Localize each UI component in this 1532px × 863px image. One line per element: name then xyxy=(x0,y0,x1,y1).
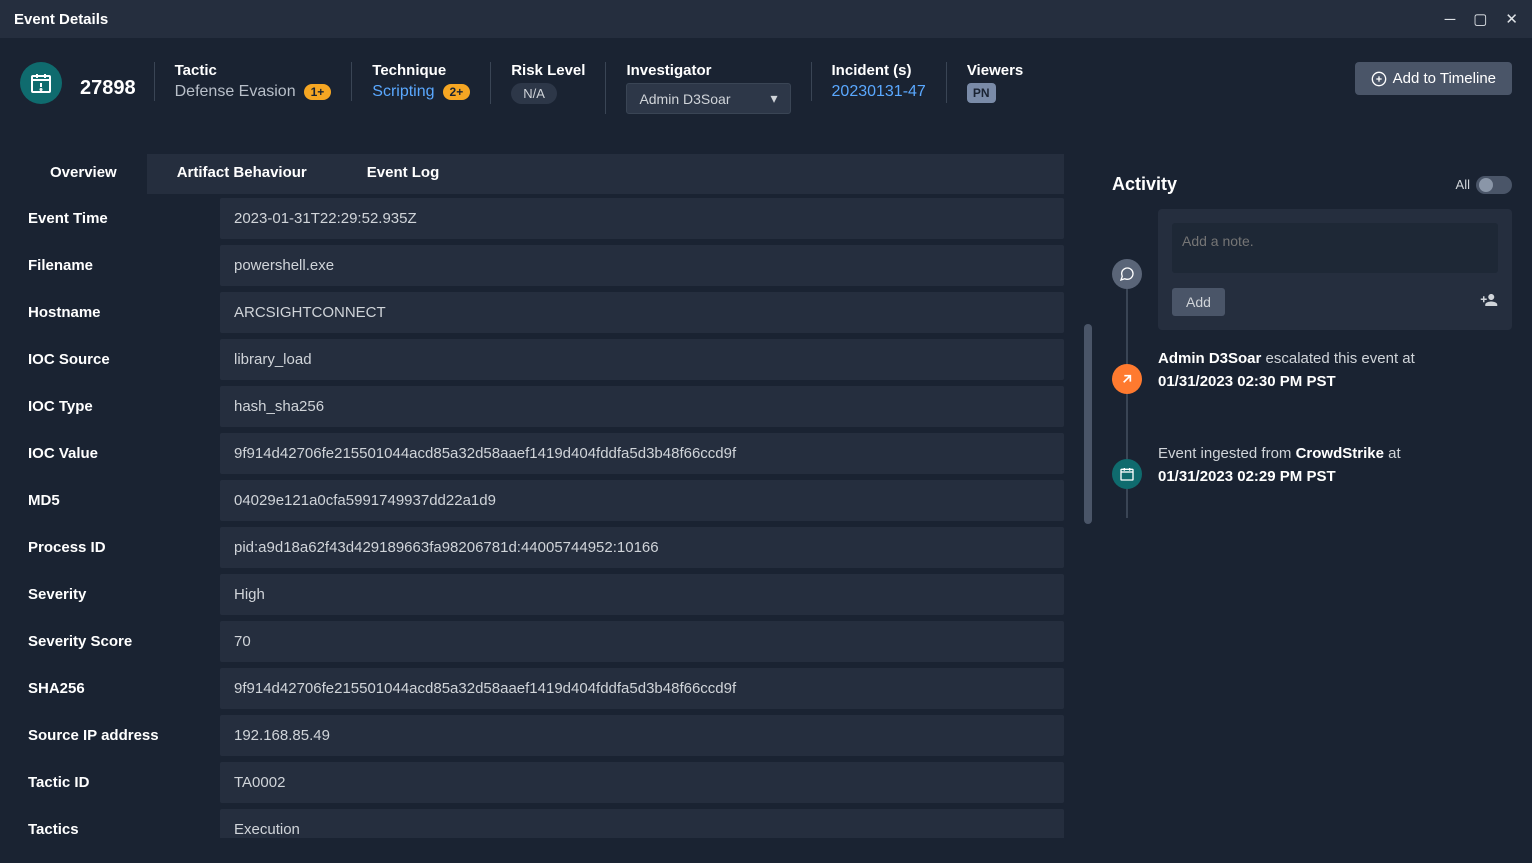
close-icon[interactable]: ✕ xyxy=(1505,10,1518,28)
viewer-avatar: PN xyxy=(967,83,996,103)
detail-label: Severity Score xyxy=(20,621,220,662)
detail-row: IOC Sourcelibrary_load xyxy=(20,339,1064,380)
detail-row: Process IDpid:a9d18a62f43d429189663fa982… xyxy=(20,527,1064,568)
chevron-down-icon: ▾ xyxy=(770,90,777,107)
maximize-icon[interactable]: ▢ xyxy=(1473,10,1487,28)
detail-label: IOC Type xyxy=(20,386,220,427)
activity-filter-toggle[interactable] xyxy=(1476,176,1512,194)
event-icon xyxy=(20,62,62,104)
event-header: 27898 Tactic Defense Evasion 1+ Techniqu… xyxy=(0,38,1532,154)
detail-row: HostnameARCSIGHTCONNECT xyxy=(20,292,1064,333)
investigator-label: Investigator xyxy=(626,62,790,79)
note-box: Add xyxy=(1158,209,1512,330)
detail-value: 2023-01-31T22:29:52.935Z xyxy=(220,198,1064,239)
detail-value: 70 xyxy=(220,621,1064,662)
scrollbar[interactable] xyxy=(1084,154,1092,837)
person-add-icon[interactable] xyxy=(1480,291,1498,314)
detail-label: Tactics xyxy=(20,809,220,838)
detail-value: library_load xyxy=(220,339,1064,380)
detail-row: Severity Score70 xyxy=(20,621,1064,662)
ingest-icon xyxy=(1112,459,1142,489)
technique-value[interactable]: Scripting xyxy=(372,83,434,101)
detail-value: Execution xyxy=(220,809,1064,838)
plus-circle-icon xyxy=(1371,71,1387,87)
chat-icon xyxy=(1112,259,1142,289)
detail-label: Event Time xyxy=(20,198,220,239)
detail-row: Filenamepowershell.exe xyxy=(20,245,1064,286)
detail-label: Filename xyxy=(20,245,220,286)
escalate-icon xyxy=(1112,364,1142,394)
technique-field: Technique Scripting 2+ xyxy=(351,62,490,101)
detail-value: ARCSIGHTCONNECT xyxy=(220,292,1064,333)
detail-label: MD5 xyxy=(20,480,220,521)
detail-label: Severity xyxy=(20,574,220,615)
detail-value: TA0002 xyxy=(220,762,1064,803)
minimize-icon[interactable]: ─ xyxy=(1445,11,1456,28)
detail-label: IOC Value xyxy=(20,433,220,474)
tactic-value: Defense Evasion xyxy=(175,83,296,101)
detail-value: powershell.exe xyxy=(220,245,1064,286)
detail-row: Source IP address192.168.85.49 xyxy=(20,715,1064,756)
technique-label: Technique xyxy=(372,62,470,79)
detail-row: SeverityHigh xyxy=(20,574,1064,615)
detail-row: TacticsExecution xyxy=(20,809,1064,838)
note-input[interactable] xyxy=(1172,223,1498,273)
investigator-value: Admin D3Soar xyxy=(639,91,730,107)
detail-value: 04029e121a0cfa5991749937dd22a1d9 xyxy=(220,480,1064,521)
tactic-badge: 1+ xyxy=(304,84,332,100)
scrollbar-thumb[interactable] xyxy=(1084,324,1092,524)
investigator-field: Investigator Admin D3Soar ▾ xyxy=(605,62,810,114)
detail-row: MD504029e121a0cfa5991749937dd22a1d9 xyxy=(20,480,1064,521)
risk-value: N/A xyxy=(511,83,557,104)
tactic-label: Tactic xyxy=(175,62,332,79)
viewers-label: Viewers xyxy=(967,62,1023,79)
tabs: Overview Artifact Behaviour Event Log xyxy=(20,154,1064,194)
activity-entry-ingested: Event ingested from CrowdStrike at 01/31… xyxy=(1158,443,1512,488)
risk-label: Risk Level xyxy=(511,62,585,79)
incident-label: Incident (s) xyxy=(832,62,926,79)
tactic-field: Tactic Defense Evasion 1+ xyxy=(154,62,352,101)
detail-row: IOC Value9f914d42706fe215501044acd85a32d… xyxy=(20,433,1064,474)
activity-title: Activity xyxy=(1112,174,1177,195)
window-controls: ─ ▢ ✕ xyxy=(1445,10,1518,28)
detail-value: High xyxy=(220,574,1064,615)
detail-value: 9f914d42706fe215501044acd85a32d58aaef141… xyxy=(220,668,1064,709)
event-id: 27898 xyxy=(80,77,136,100)
technique-badge: 2+ xyxy=(443,84,471,100)
titlebar: Event Details ─ ▢ ✕ xyxy=(0,0,1532,38)
incident-field: Incident (s) 20230131-47 xyxy=(811,62,946,101)
detail-label: Tactic ID xyxy=(20,762,220,803)
detail-value: 9f914d42706fe215501044acd85a32d58aaef141… xyxy=(220,433,1064,474)
detail-label: SHA256 xyxy=(20,668,220,709)
details-table: Event Time2023-01-31T22:29:52.935ZFilena… xyxy=(20,198,1064,838)
detail-label: Process ID xyxy=(20,527,220,568)
tab-artifact-behaviour[interactable]: Artifact Behaviour xyxy=(147,154,337,194)
detail-value: 192.168.85.49 xyxy=(220,715,1064,756)
tab-event-log[interactable]: Event Log xyxy=(337,154,470,194)
detail-row: Event Time2023-01-31T22:29:52.935Z xyxy=(20,198,1064,239)
viewers-field: Viewers PN xyxy=(946,62,1043,103)
detail-label: Source IP address xyxy=(20,715,220,756)
detail-value: pid:a9d18a62f43d429189663fa98206781d:440… xyxy=(220,527,1064,568)
window-title: Event Details xyxy=(14,11,108,28)
activity-entry-escalated: Admin D3Soar escalated this event at 01/… xyxy=(1158,348,1512,393)
detail-label: IOC Source xyxy=(20,339,220,380)
investigator-select[interactable]: Admin D3Soar ▾ xyxy=(626,83,790,114)
incident-link[interactable]: 20230131-47 xyxy=(832,83,926,101)
risk-field: Risk Level N/A xyxy=(490,62,605,104)
detail-row: SHA2569f914d42706fe215501044acd85a32d58a… xyxy=(20,668,1064,709)
activity-filter-label: All xyxy=(1456,177,1470,192)
add-note-button[interactable]: Add xyxy=(1172,288,1225,316)
detail-value: hash_sha256 xyxy=(220,386,1064,427)
add-to-timeline-button[interactable]: Add to Timeline xyxy=(1355,62,1512,95)
tab-overview[interactable]: Overview xyxy=(20,154,147,194)
detail-row: Tactic IDTA0002 xyxy=(20,762,1064,803)
detail-row: IOC Typehash_sha256 xyxy=(20,386,1064,427)
detail-label: Hostname xyxy=(20,292,220,333)
